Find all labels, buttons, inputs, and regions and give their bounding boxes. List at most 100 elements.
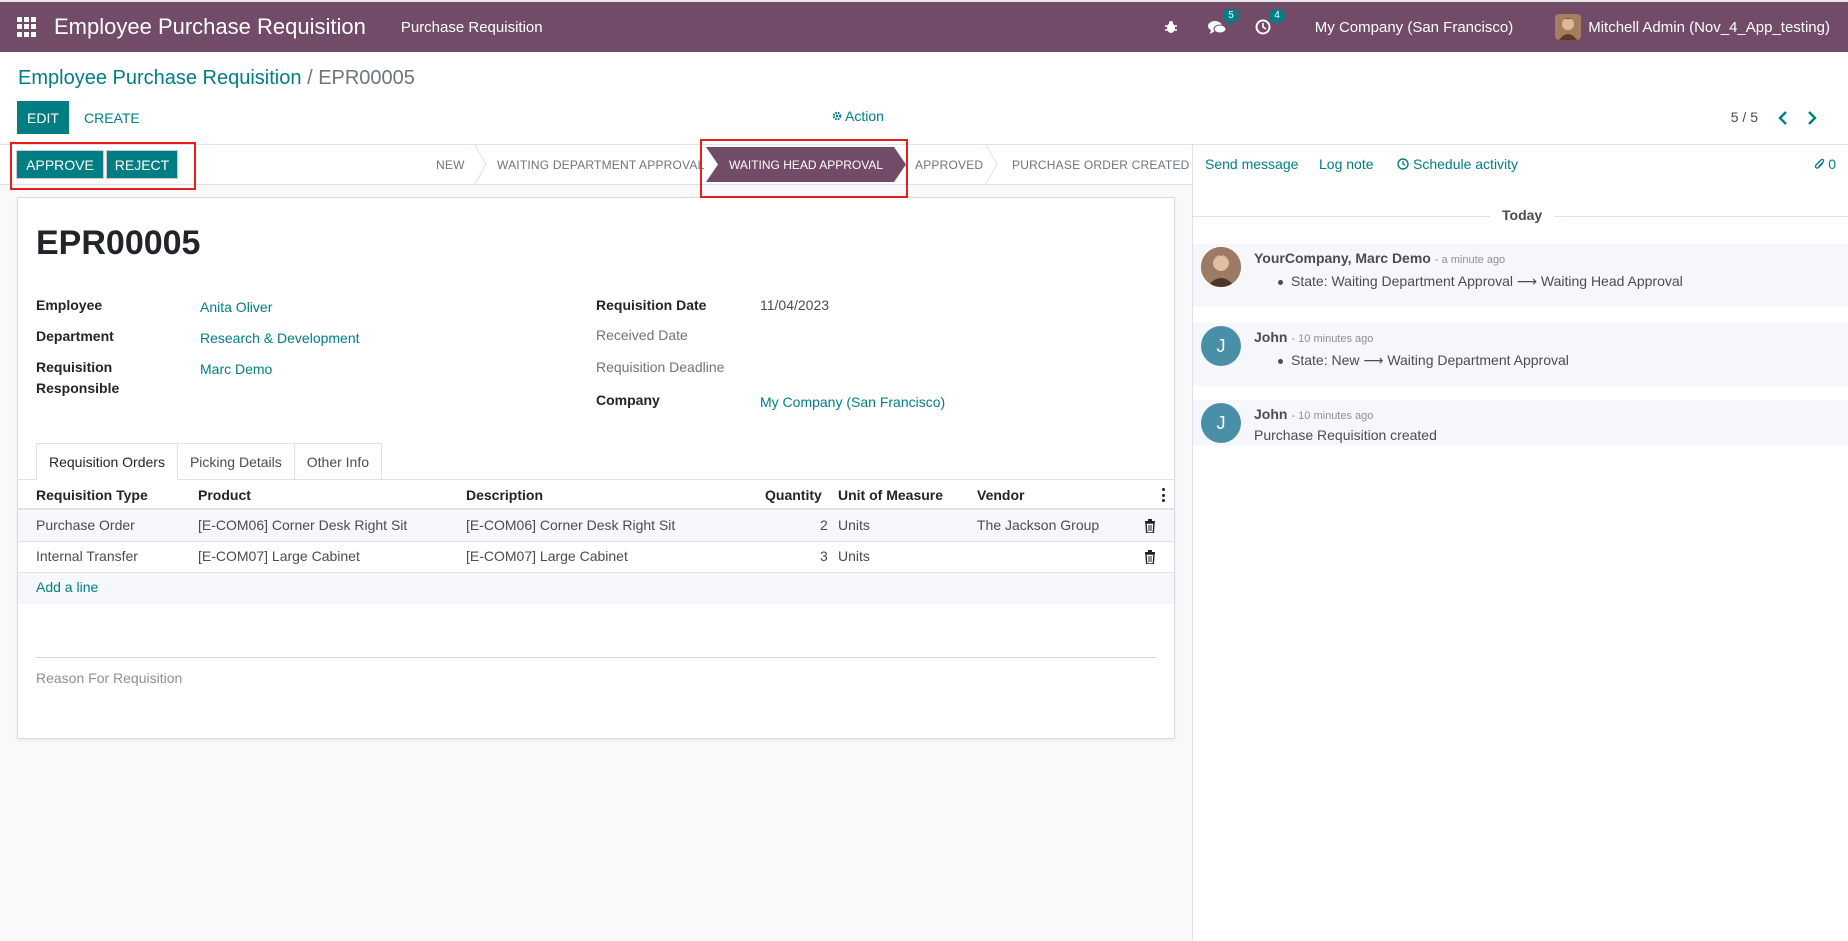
attachments-button[interactable]: 0 bbox=[1814, 156, 1836, 172]
company-switcher[interactable]: My Company (San Francisco) bbox=[1315, 19, 1513, 36]
form-sheet: EPR00005 Employee Anita Oliver Departmen… bbox=[17, 197, 1175, 739]
tab-picking-details[interactable]: Picking Details bbox=[176, 443, 295, 480]
company-field[interactable]: My Company (San Francisco) bbox=[760, 392, 945, 413]
stage-approved[interactable]: APPROVED bbox=[915, 145, 983, 184]
message-body: Purchase Requisition created bbox=[1254, 427, 1437, 443]
breadcrumb: Employee Purchase Requisition / EPR00005 bbox=[18, 67, 415, 90]
department-field[interactable]: Research & Development bbox=[200, 328, 360, 349]
send-message-button[interactable]: Send message bbox=[1205, 156, 1298, 172]
stage-separator bbox=[474, 145, 487, 184]
column-quantity[interactable]: Quantity bbox=[765, 487, 822, 503]
attachments-count: 0 bbox=[1828, 156, 1836, 172]
cell-vendor: The Jackson Group bbox=[977, 517, 1100, 533]
reason-separator bbox=[36, 657, 1156, 658]
requisition-date-label: Requisition Date bbox=[596, 297, 707, 313]
chatter-message: J John - 10 minutes ago State: New ⟶ Wait… bbox=[1193, 323, 1848, 386]
messages-badge: 5 bbox=[1223, 9, 1239, 23]
optional-columns-icon[interactable] bbox=[1162, 488, 1166, 502]
table-row[interactable]: Purchase Order [E-COM06] Corner Desk Rig… bbox=[18, 511, 1174, 542]
message-author-name: John bbox=[1254, 406, 1288, 422]
action-menu[interactable]: Action bbox=[832, 108, 884, 124]
edit-button[interactable]: EDIT bbox=[17, 101, 69, 134]
action-label: Action bbox=[845, 108, 884, 124]
stage-new[interactable]: NEW bbox=[436, 145, 465, 184]
trash-icon[interactable] bbox=[1144, 550, 1156, 564]
bug-icon[interactable] bbox=[1159, 15, 1183, 39]
table-header: Requisition Type Product Description Qua… bbox=[18, 482, 1174, 510]
requisition-responsible-field[interactable]: Marc Demo bbox=[200, 359, 272, 380]
notebook-tabs: Requisition Orders Picking Details Other… bbox=[36, 443, 383, 480]
add-line-row: Add a line bbox=[18, 573, 1174, 604]
cell-description: [E-COM06] Corner Desk Right Sit bbox=[466, 517, 676, 533]
pager-next-icon[interactable] bbox=[1802, 106, 1822, 130]
company-label: Company bbox=[596, 392, 660, 408]
avatar[interactable]: J bbox=[1201, 326, 1241, 366]
message-author-name: John bbox=[1254, 329, 1288, 345]
message-time: - 10 minutes ago bbox=[1291, 333, 1374, 345]
requisition-deadline-label: Requisition Deadline bbox=[596, 359, 725, 375]
pager-previous-icon[interactable] bbox=[1773, 106, 1793, 130]
chatter-message: J John - 10 minutes ago Purchase Requisit… bbox=[1193, 400, 1848, 445]
column-product[interactable]: Product bbox=[198, 487, 251, 503]
activities-clock-icon[interactable]: 4 bbox=[1251, 9, 1285, 39]
breadcrumb-separator: / bbox=[307, 67, 313, 89]
message-tracking-value: State: Waiting Department Approval ⟶ Wai… bbox=[1291, 273, 1683, 289]
requisition-responsible-label-line1: Requisition bbox=[36, 359, 113, 375]
message-author[interactable]: YourCompany, Marc Demo - a minute ago bbox=[1254, 250, 1505, 266]
apps-menu-icon[interactable] bbox=[17, 17, 37, 37]
trash-icon[interactable] bbox=[1144, 519, 1156, 533]
app-title[interactable]: Employee Purchase Requisition bbox=[54, 14, 366, 40]
stage-purchase-order-created[interactable]: PURCHASE ORDER CREATED bbox=[1012, 145, 1190, 184]
employee-field[interactable]: Anita Oliver bbox=[200, 297, 272, 318]
requisition-date-field[interactable]: 11/04/2023 bbox=[760, 295, 829, 316]
menu-purchase-requisition[interactable]: Purchase Requisition bbox=[401, 19, 543, 36]
paperclip-icon bbox=[1814, 158, 1825, 169]
department-label: Department bbox=[36, 328, 114, 344]
column-description[interactable]: Description bbox=[466, 487, 543, 503]
user-menu[interactable]: Mitchell Admin (Nov_4_App_testing) bbox=[1588, 19, 1830, 36]
date-separator: Today bbox=[1490, 207, 1555, 223]
reason-for-requisition-field[interactable]: Reason For Requisition bbox=[36, 670, 182, 686]
messages-icon[interactable]: 5 bbox=[1205, 9, 1239, 39]
cell-quantity: 3 bbox=[820, 548, 828, 564]
tabs-divider bbox=[18, 479, 1174, 480]
user-avatar[interactable] bbox=[1555, 14, 1582, 40]
message-time: - a minute ago bbox=[1434, 254, 1506, 266]
cell-product: [E-COM07] Large Cabinet bbox=[198, 548, 360, 564]
activities-badge: 4 bbox=[1269, 9, 1285, 23]
top-navbar: Employee Purchase Requisition Purchase R… bbox=[0, 0, 1848, 52]
received-date-label: Received Date bbox=[596, 327, 688, 343]
log-note-button[interactable]: Log note bbox=[1319, 156, 1374, 172]
tab-requisition-orders[interactable]: Requisition Orders bbox=[36, 443, 178, 480]
column-requisition-type[interactable]: Requisition Type bbox=[36, 487, 148, 503]
tab-other-info[interactable]: Other Info bbox=[293, 443, 383, 480]
requisition-responsible-label-line2: Responsible bbox=[36, 380, 120, 396]
chatter-message: YourCompany, Marc Demo - a minute ago Sta… bbox=[1193, 244, 1848, 307]
employee-label: Employee bbox=[36, 297, 103, 313]
cell-quantity: 2 bbox=[820, 517, 828, 533]
schedule-activity-button[interactable]: Schedule activity bbox=[1397, 156, 1518, 172]
message-author[interactable]: John - 10 minutes ago bbox=[1254, 329, 1373, 345]
cell-description: [E-COM07] Large Cabinet bbox=[466, 548, 628, 564]
message-author-name: YourCompany, Marc Demo bbox=[1254, 250, 1431, 266]
schedule-activity-label: Schedule activity bbox=[1413, 156, 1519, 172]
avatar[interactable]: J bbox=[1201, 403, 1241, 443]
pager-value[interactable]: 5 / 5 bbox=[1731, 109, 1758, 125]
highlight-box-current-stage bbox=[700, 139, 908, 198]
gear-icon bbox=[832, 108, 842, 124]
create-button[interactable]: CREATE bbox=[84, 101, 140, 134]
column-unit-of-measure[interactable]: Unit of Measure bbox=[838, 487, 943, 503]
highlight-box-action-buttons bbox=[10, 142, 196, 190]
table-row[interactable]: Internal Transfer [E-COM07] Large Cabine… bbox=[18, 542, 1174, 573]
message-author[interactable]: John - 10 minutes ago bbox=[1254, 406, 1373, 422]
message-time: - 10 minutes ago bbox=[1291, 410, 1374, 422]
cell-unit-of-measure: Units bbox=[838, 548, 870, 564]
cell-requisition-type: Internal Transfer bbox=[36, 548, 138, 564]
message-body: State: New ⟶ Waiting Department Approval bbox=[1278, 352, 1569, 369]
breadcrumb-current: EPR00005 bbox=[318, 67, 415, 89]
breadcrumb-parent[interactable]: Employee Purchase Requisition bbox=[18, 67, 302, 89]
add-a-line-link[interactable]: Add a line bbox=[36, 579, 98, 595]
column-vendor[interactable]: Vendor bbox=[977, 487, 1024, 503]
stage-waiting-department-approval[interactable]: WAITING DEPARTMENT APPROVAL bbox=[497, 145, 704, 184]
avatar[interactable] bbox=[1201, 247, 1241, 287]
